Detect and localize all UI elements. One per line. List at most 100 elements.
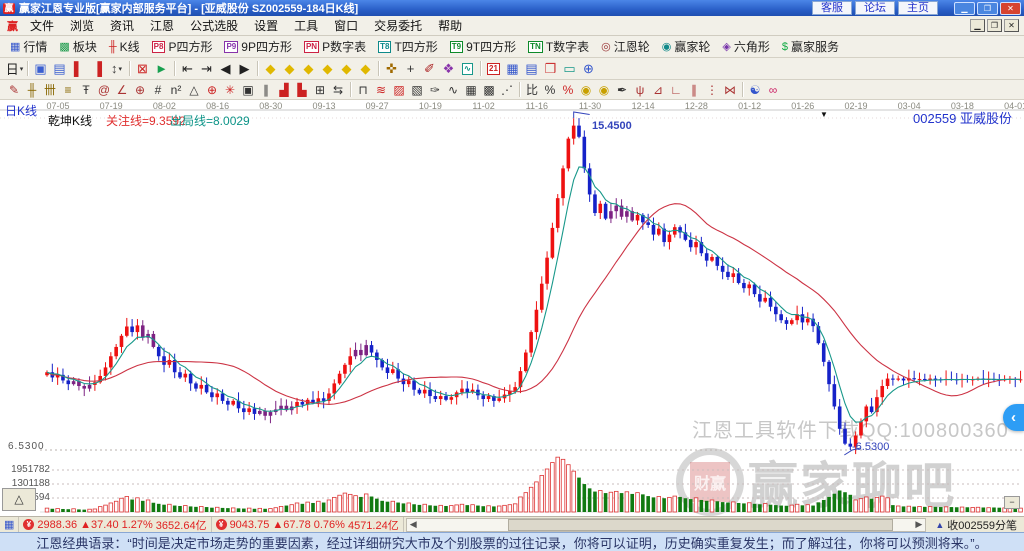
fib-levels-icon[interactable]: ≡ [59,82,77,98]
toolbar-button-quotes[interactable]: ▦ 行情 [4,37,53,56]
pencil2-icon[interactable]: ✑ [426,82,444,98]
percent-lines-icon[interactable]: % [559,82,577,98]
restore-icon[interactable]: ❐ [977,1,998,15]
close-icon[interactable]: ✕ [1000,1,1021,15]
menu-item-2[interactable]: 浏览 [62,15,102,36]
tab-daily-kline[interactable]: 日K线 [5,102,37,119]
width-tool-icon[interactable]: ⇆ [329,82,347,98]
hand-tool-icon[interactable]: ✜ [382,60,401,78]
export-icon[interactable]: ⊕ [579,60,598,78]
wave-tool-icon[interactable]: ∿ [458,60,477,78]
menu-item-1[interactable]: 文件 [22,15,62,36]
sz-index-segment[interactable]: ¥ 9043.75 ▲67.78 0.76% 4571.24亿 [212,517,404,532]
spiral-tool-icon[interactable]: @ [95,82,113,98]
tower-icon[interactable]: ▙ [293,82,311,98]
toolbar-button-9p-square[interactable]: P9 9P四方形 [218,37,297,56]
hash-tool-icon[interactable]: # [149,82,167,98]
grid3-icon[interactable]: ▩ [480,82,498,98]
percent-tool-icon[interactable]: % [541,82,559,98]
gann-box-tool-icon[interactable]: ❖ [439,60,458,78]
menu-item-4[interactable]: 江恩 [142,15,182,36]
collapse-pane-button[interactable]: − [1004,496,1020,509]
measure-tool-icon[interactable]: ✐ [420,60,439,78]
pen-tool-icon[interactable]: ✎ [5,82,23,98]
toolbar-button-hexagon[interactable]: ◈ 六角形 [716,37,775,56]
shade-box1-icon[interactable]: ▨ [390,82,408,98]
scrollbar-thumb[interactable] [508,518,893,531]
calculator-icon[interactable]: ▦ [503,60,522,78]
toolbar-button-winner-wheel[interactable]: ◉ 赢家轮 [656,37,717,56]
ab-tool-icon[interactable]: ✒ [613,82,631,98]
print-icon[interactable]: ▭ [560,60,579,78]
f-angle-icon[interactable]: ∟ [667,82,685,98]
scroll-right-icon[interactable]: ▶ [912,519,925,530]
compare-tool-icon[interactable]: 比 [523,82,541,98]
menu-item-5[interactable]: 公式选股 [182,15,246,36]
angle-tool-icon[interactable]: ∠ [113,82,131,98]
page-prev-icon[interactable]: ◀ [216,60,235,78]
mdi-close-icon[interactable]: ✕ [1004,19,1019,32]
page-next-icon[interactable]: ▶ [235,60,254,78]
tower-red-icon[interactable]: ▟ [275,82,293,98]
shade-box2-icon[interactable]: ▧ [408,82,426,98]
channel-tool-icon[interactable]: ∥ [685,82,703,98]
menu-item-3[interactable]: 资讯 [102,15,142,36]
gann-fan-icon[interactable]: ╫ [23,82,41,98]
rays-tool-icon[interactable]: ≋ [372,82,390,98]
crosshair-tool-icon[interactable]: + [401,60,420,78]
toolbar-button-winner-service[interactable]: $ 赢家服务 [776,37,845,56]
titlebar-button-3[interactable]: 主页 [898,1,938,15]
f10-info-icon[interactable]: ▤ [50,60,69,78]
k-mark-icon[interactable]: ∥ [257,82,275,98]
gann-diamond-2-icon[interactable]: ◆ [280,60,299,78]
titlebar-button-2[interactable]: 论坛 [855,1,895,15]
minimize-icon[interactable]: ▁ [954,1,975,15]
chart-horizontal-scrollbar[interactable]: ◀ ▶ [405,517,927,532]
grid-lines-icon[interactable]: 卌 [41,82,59,98]
signal-flag-icon[interactable]: ► [152,60,171,78]
x-tool-icon[interactable]: ⋈ [721,82,739,98]
box-pattern-icon[interactable]: ▣ [239,82,257,98]
j-angle-icon[interactable]: ⊿ [649,82,667,98]
infinity-tool-icon[interactable]: ∞ [764,82,782,98]
golden-circle1-icon[interactable]: ◉ [577,82,595,98]
mdi-minimize-icon[interactable]: ▁ [970,19,985,32]
toolbar-button-sectors[interactable]: ▩ 板块 [53,37,102,56]
n2-tool-icon[interactable]: n² [167,82,185,98]
jump-first-icon[interactable]: ⇤ [178,60,197,78]
save-icon[interactable]: ❒ [541,60,560,78]
circle-cross-icon[interactable]: ⊕ [131,82,149,98]
scale-icon[interactable]: ↕ ▾ [107,60,126,78]
legend-qiankun-kline[interactable]: 乾坤K线 [48,112,92,129]
menu-item-9[interactable]: 交易委托 [366,15,430,36]
quote-grid-segment[interactable]: ▦ [0,517,20,532]
target-tool-icon[interactable]: ⊕ [203,82,221,98]
gann-diamond-3-icon[interactable]: ◆ [299,60,318,78]
side-panel-toggle-button[interactable]: ‹ [1003,404,1024,431]
grid2-icon[interactable]: ▦ [462,82,480,98]
sh-index-segment[interactable]: ¥ 2988.36 ▲37.40 1.27% 3652.64亿 [19,517,212,532]
golden-circle2-icon[interactable]: ◉ [595,82,613,98]
toolbar-button-gann-wheel[interactable]: ◎ 江恩轮 [595,37,656,56]
calendar-icon[interactable]: 21 [484,60,503,78]
menu-item-6[interactable]: 设置 [246,15,286,36]
toolbar-button-t-table[interactable]: TN T数字表 [522,37,595,56]
pitchfork-icon[interactable]: ψ [631,82,649,98]
toolbar-button-t-square[interactable]: T8 T四方形 [372,37,444,56]
gann-diamond-6-icon[interactable]: ◆ [356,60,375,78]
lines3-icon[interactable]: ⋰ [498,82,516,98]
gann-diamond-1-icon[interactable]: ◆ [261,60,280,78]
toolbar-button-p-table[interactable]: PN P数字表 [298,37,372,56]
period-day-button[interactable]: 日 ▾ [5,60,24,78]
titlebar-button-1[interactable]: 客服 [812,1,852,15]
kline-style2-icon[interactable]: ▐ [88,60,107,78]
toolbar-button-kline[interactable]: ╫ K线 [103,37,146,56]
rect-tool-icon[interactable]: ⊓ [354,82,372,98]
menu-item-7[interactable]: 工具 [286,15,326,36]
triangle-tool-icon[interactable]: △ [185,82,203,98]
memo-icon[interactable]: ▤ [522,60,541,78]
kline-chart-canvas[interactable] [0,100,1024,516]
regression-icon[interactable]: ⋮ [703,82,721,98]
yinyang-tool-icon[interactable]: ☯ [746,82,764,98]
multi-window-icon[interactable]: ▣ [31,60,50,78]
